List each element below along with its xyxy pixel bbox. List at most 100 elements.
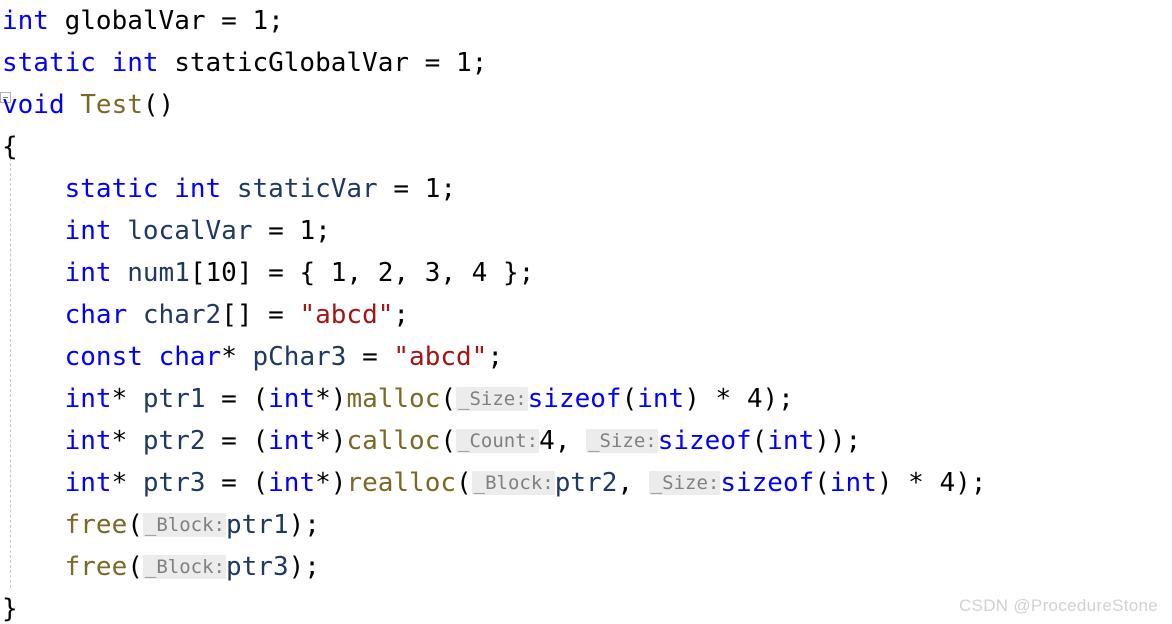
code-line-text: int* ptr2 = (int*)calloc(_Count:4, _Size…	[0, 420, 862, 462]
code-line[interactable]: const char* pChar3 = "abcd";	[0, 336, 1172, 378]
parameter-name-hint[interactable]: _Count:	[456, 429, 540, 453]
code-token: ));	[814, 426, 862, 456]
code-line[interactable]: int* ptr3 = (int*)realloc(_Block:ptr2, _…	[0, 462, 1172, 504]
code-token: ,	[346, 258, 378, 288]
code-token: 3	[424, 258, 441, 288]
code-line-text: static int staticGlobalVar = 1;	[0, 42, 487, 84]
keyword-token: int	[111, 48, 159, 78]
code-line-text: free(_Block:ptr3);	[0, 546, 320, 588]
code-token: }	[2, 594, 18, 624]
keyword-token: int	[64, 426, 112, 456]
code-token: ;	[268, 6, 284, 36]
parameter-name-hint[interactable]: _Size:	[648, 471, 721, 495]
identifier-token: ptr2	[142, 426, 206, 456]
code-token: = (	[205, 384, 269, 414]
parameter-name-hint[interactable]: _Block:	[142, 513, 226, 537]
code-line[interactable]: int* ptr1 = (int*)malloc(_Size:sizeof(in…	[0, 378, 1172, 420]
code-token: ()	[142, 90, 175, 120]
parameter-name-hint[interactable]: _Block:	[142, 555, 226, 579]
code-token: );	[288, 510, 320, 540]
code-line[interactable]: int* ptr2 = (int*)calloc(_Count:4, _Size…	[0, 420, 1172, 462]
identifier-token: staticVar	[236, 174, 378, 204]
code-line[interactable]: static int staticVar = 1;	[0, 168, 1172, 210]
code-token: = (	[205, 468, 269, 498]
code-token: ;	[440, 174, 456, 204]
code-token: [	[189, 258, 206, 288]
parameter-name-hint[interactable]: _Size:	[586, 429, 658, 453]
identifier-token: ptr1	[225, 510, 289, 540]
code-token: 1	[424, 174, 441, 204]
code-token: };	[487, 258, 535, 288]
keyword-token: char	[158, 342, 222, 372]
code-token: *)	[315, 426, 347, 456]
code-token: = (	[205, 426, 269, 456]
code-line[interactable]: static int staticGlobalVar = 1;	[0, 42, 1172, 84]
keyword-token: int	[2, 6, 49, 36]
code-token: {	[2, 132, 18, 162]
string-literal-token: "abcd"	[299, 300, 394, 330]
identifier-token: char2	[142, 300, 222, 330]
code-token: 4	[539, 426, 555, 456]
code-line-text: const char* pChar3 = "abcd";	[0, 336, 503, 378]
code-token: *	[111, 384, 143, 414]
code-token: (	[456, 468, 472, 498]
code-line-text: char char2[] = "abcd";	[0, 294, 409, 336]
code-line[interactable]: int localVar = 1;	[0, 210, 1172, 252]
code-token: *	[111, 426, 143, 456]
code-token: =	[252, 216, 300, 246]
keyword-token: int	[268, 384, 316, 414]
code-line[interactable]: char char2[] = "abcd";	[0, 294, 1172, 336]
function-token: malloc	[346, 384, 441, 414]
parameter-name-hint[interactable]: _Size:	[456, 387, 528, 411]
parameter-name-hint[interactable]: _Block:	[471, 471, 555, 495]
code-line[interactable]: void Test()	[0, 84, 1172, 126]
code-token: 1	[455, 48, 472, 78]
code-line-text: int localVar = 1;	[0, 210, 331, 252]
code-line[interactable]: int num1[10] = { 1, 2, 3, 4 };	[0, 252, 1172, 294]
code-token: 4	[471, 258, 488, 288]
identifier-token: pChar3	[252, 342, 347, 372]
code-token: ) *	[684, 384, 747, 414]
keyword-token: int	[64, 258, 112, 288]
code-token: ;	[315, 216, 331, 246]
code-token: (	[127, 510, 143, 540]
keyword-token: const	[64, 342, 143, 372]
code-token: (	[440, 384, 457, 414]
code-token: 10	[205, 258, 237, 288]
code-token: 2	[377, 258, 394, 288]
code-line[interactable]: free(_Block:ptr1);	[0, 504, 1172, 546]
keyword-token: char	[64, 300, 128, 330]
keyword-token: int	[268, 468, 316, 498]
identifier-token: localVar	[127, 216, 253, 246]
code-token: 1	[299, 216, 316, 246]
identifier-token: ptr1	[142, 384, 206, 414]
code-line-text: int* ptr1 = (int*)malloc(_Size:sizeof(in…	[0, 378, 794, 420]
keyword-token: int	[174, 174, 222, 204]
code-token: (	[440, 426, 457, 456]
keyword-token: int	[637, 384, 685, 414]
code-token: *)	[315, 384, 347, 414]
keyword-token: static	[64, 174, 159, 204]
code-line[interactable]: free(_Block:ptr3);	[0, 546, 1172, 588]
keyword-token: int	[767, 426, 815, 456]
code-area[interactable]: int globalVar = 1; static int staticGloba…	[0, 0, 1172, 624]
code-token: (	[621, 384, 638, 414]
keyword-token: int	[64, 468, 112, 498]
identifier-token: staticGlobalVar	[174, 48, 410, 78]
code-token: (	[127, 552, 143, 582]
function-token: calloc	[346, 426, 441, 456]
code-line[interactable]: int globalVar = 1;	[0, 0, 1172, 42]
code-line[interactable]: {	[0, 126, 1172, 168]
code-token: *)	[315, 468, 347, 498]
